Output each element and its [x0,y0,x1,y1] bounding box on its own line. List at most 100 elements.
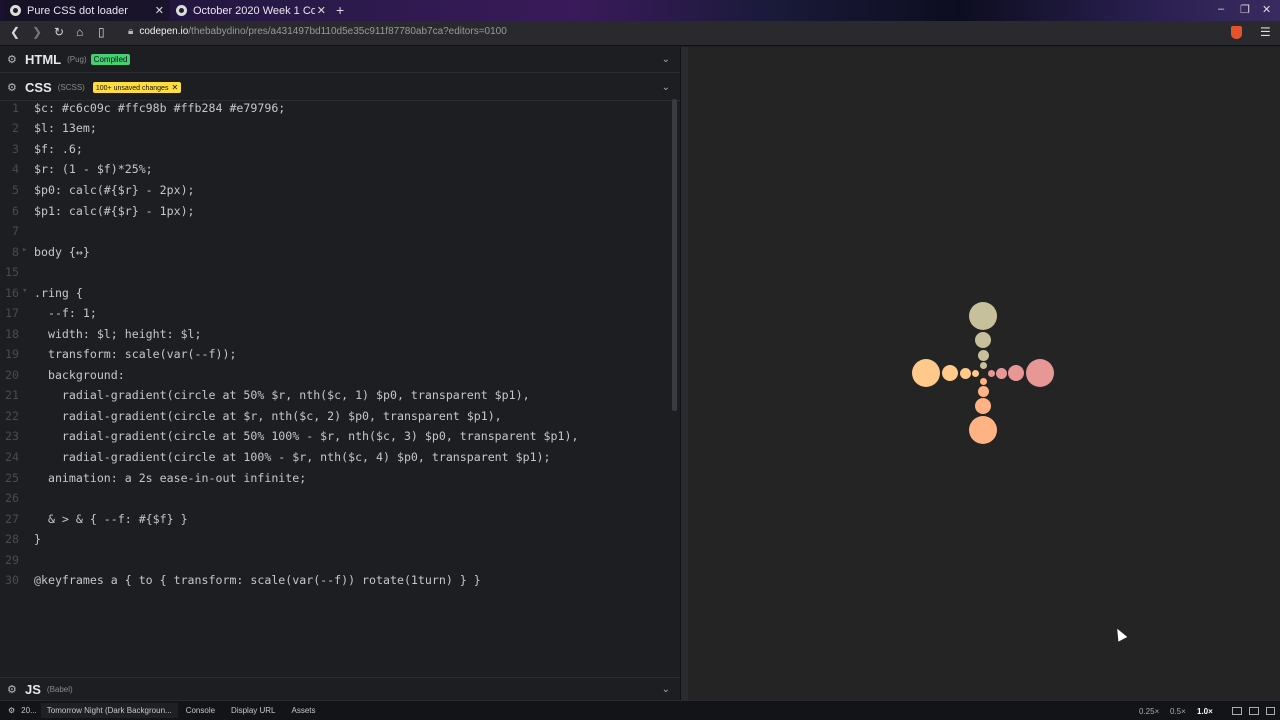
code-text: radial-gradient(circle at 100% - $r, nth… [34,450,551,464]
line-number: 17 [5,306,19,320]
line-number: 15 [5,265,19,279]
line-number: 24 [5,450,19,464]
code-text: --f: 1; [34,306,97,320]
line-number: 29 [5,553,19,567]
gear-icon[interactable]: ⚙ [7,683,19,696]
line-number: 2 [12,121,19,135]
loader-dot [987,369,995,377]
line-number: 28 [5,532,19,546]
code-text: body {↔} [34,245,90,259]
display-url-button[interactable]: Display URL [223,706,283,715]
preview-pane [688,47,1280,700]
line-number: 18 [5,327,19,341]
theme-selector[interactable]: Tomorrow Night (Dark Backgroun... [40,703,178,718]
code-text: $f: .6; [34,142,83,156]
line-number: 25 [5,471,19,485]
code-text: } [34,532,41,546]
loader-dot [969,302,997,330]
editor-scrollbar[interactable] [672,99,677,411]
code-text: $c: #c6c09c #ffc98b #ffb284 #e79796; [34,101,286,115]
address-bar: ❮ ❯ ↻ ⌂ ▯ 🔒︎ codepen.io/thebabydino/pres/… [0,21,1280,46]
url-field[interactable]: 🔒︎ codepen.io/thebabydino/pres/a431497bd1… [128,26,507,37]
bookmark-icon[interactable]: ▯ [98,25,105,39]
editor-pane: ⚙ HTML (Pug) Compiled ⌄ ⚙ CSS (SCSS) 100… [0,47,680,700]
close-tab-icon[interactable]: ✕ [155,4,164,17]
fold-icon[interactable]: ▸ [22,245,27,255]
new-tab-icon[interactable]: + [336,2,344,18]
loader-dot [912,359,940,387]
gear-icon[interactable]: ⚙ [7,81,19,94]
brave-shield-icon[interactable] [1231,26,1242,39]
code-text: radial-gradient(circle at 50% 100% - $r,… [34,429,579,443]
maximize-icon[interactable]: ❐ [1240,3,1250,16]
line-number: 6 [12,204,19,218]
code-text: background: [34,368,125,382]
tab-october-2020[interactable]: October 2020 Week 1 Code ✕ [170,0,332,21]
line-number: 23 [5,429,19,443]
loader-dot [1026,359,1054,387]
line-number: 8 [12,245,19,259]
bottom-bar: ⚙ 20... Tomorrow Night (Dark Backgroun..… [0,700,1280,720]
line-number: 4 [12,162,19,176]
line-number: 20 [5,368,19,382]
loader-dot [942,365,958,381]
layout-icon[interactable] [1266,707,1275,715]
zoom-05[interactable]: 0.5× [1170,707,1186,716]
gear-icon[interactable]: ⚙ [7,53,19,66]
code-text: & > & { --f: #{$f} } [34,512,188,526]
tab-pure-css-dot-loader[interactable]: Pure CSS dot loader ✕ [4,0,170,21]
code-text: radial-gradient(circle at 50% $r, nth($c… [34,388,530,402]
loader-dot [975,332,991,348]
js-panel-header[interactable]: ⚙ JS (Babel) ⌄ [0,677,680,700]
menu-icon[interactable]: ☰ [1260,25,1271,39]
forward-icon[interactable]: ❯ [32,25,42,39]
line-number: 5 [12,183,19,197]
code-text: width: $l; height: $l; [34,327,202,341]
loader-dot [969,416,997,444]
chevron-down-icon[interactable]: ⌄ [662,54,670,65]
compiled-badge: Compiled [90,54,131,65]
console-button[interactable]: Console [178,706,223,715]
home-icon[interactable]: ⌂ [76,25,83,39]
reload-icon[interactable]: ↻ [54,25,64,39]
chevron-down-icon[interactable]: ⌄ [662,684,670,695]
minimize-icon[interactable]: – [1218,3,1224,15]
code-text: transform: scale(var(--f)); [34,347,237,361]
codepen-favicon-icon [10,5,21,16]
loader-dot [959,367,971,379]
unsaved-changes-badge[interactable]: 100+ unsaved changes ✕ [92,82,182,93]
layout-icon[interactable] [1249,707,1259,715]
code-text: @keyframes a { to { transform: scale(var… [34,573,481,587]
code-text: radial-gradient(circle at $r, nth($c, 2)… [34,409,502,423]
fold-icon[interactable]: ▾ [22,286,27,296]
line-number: 30 [5,573,19,587]
close-window-icon[interactable]: ✕ [1262,3,1271,16]
css-code-editor[interactable]: 1 $c: #c6c09c #ffc98b #ffb284 #e79796; 2 $l… [0,101,680,681]
code-text: $l: 13em; [34,121,97,135]
layout-icon[interactable] [1232,707,1242,715]
line-number: 22 [5,409,19,423]
resize-divider[interactable] [680,47,688,700]
browser-tab-bar: Pure CSS dot loader ✕ October 2020 Week … [0,0,1280,21]
line-number: 16 [5,286,19,300]
loader-dot [1008,365,1024,381]
line-number: 3 [12,142,19,156]
css-panel-header[interactable]: ⚙ CSS (SCSS) 100+ unsaved changes ✕ ⌄ [0,75,680,101]
loader-dot [977,385,989,397]
html-panel-header[interactable]: ⚙ HTML (Pug) Compiled ⌄ [0,47,680,73]
codepen-favicon-icon [176,5,187,16]
line-number: 19 [5,347,19,361]
line-number: 7 [12,224,19,238]
zoom-1[interactable]: 1.0× [1197,707,1213,716]
codepen-logo-icon[interactable]: ⚙ [0,706,23,715]
loader-dot [977,349,989,361]
loader-dot [975,398,991,414]
code-text: $p0: calc(#{$r} - 2px); [34,183,195,197]
close-tab-icon[interactable]: ✕ [317,4,326,17]
line-number: 27 [5,512,19,526]
close-icon[interactable]: ✕ [171,83,178,92]
back-icon[interactable]: ❮ [10,25,20,39]
assets-button[interactable]: Assets [284,706,324,715]
zoom-025[interactable]: 0.25× [1139,707,1159,716]
chevron-down-icon[interactable]: ⌄ [662,82,670,93]
